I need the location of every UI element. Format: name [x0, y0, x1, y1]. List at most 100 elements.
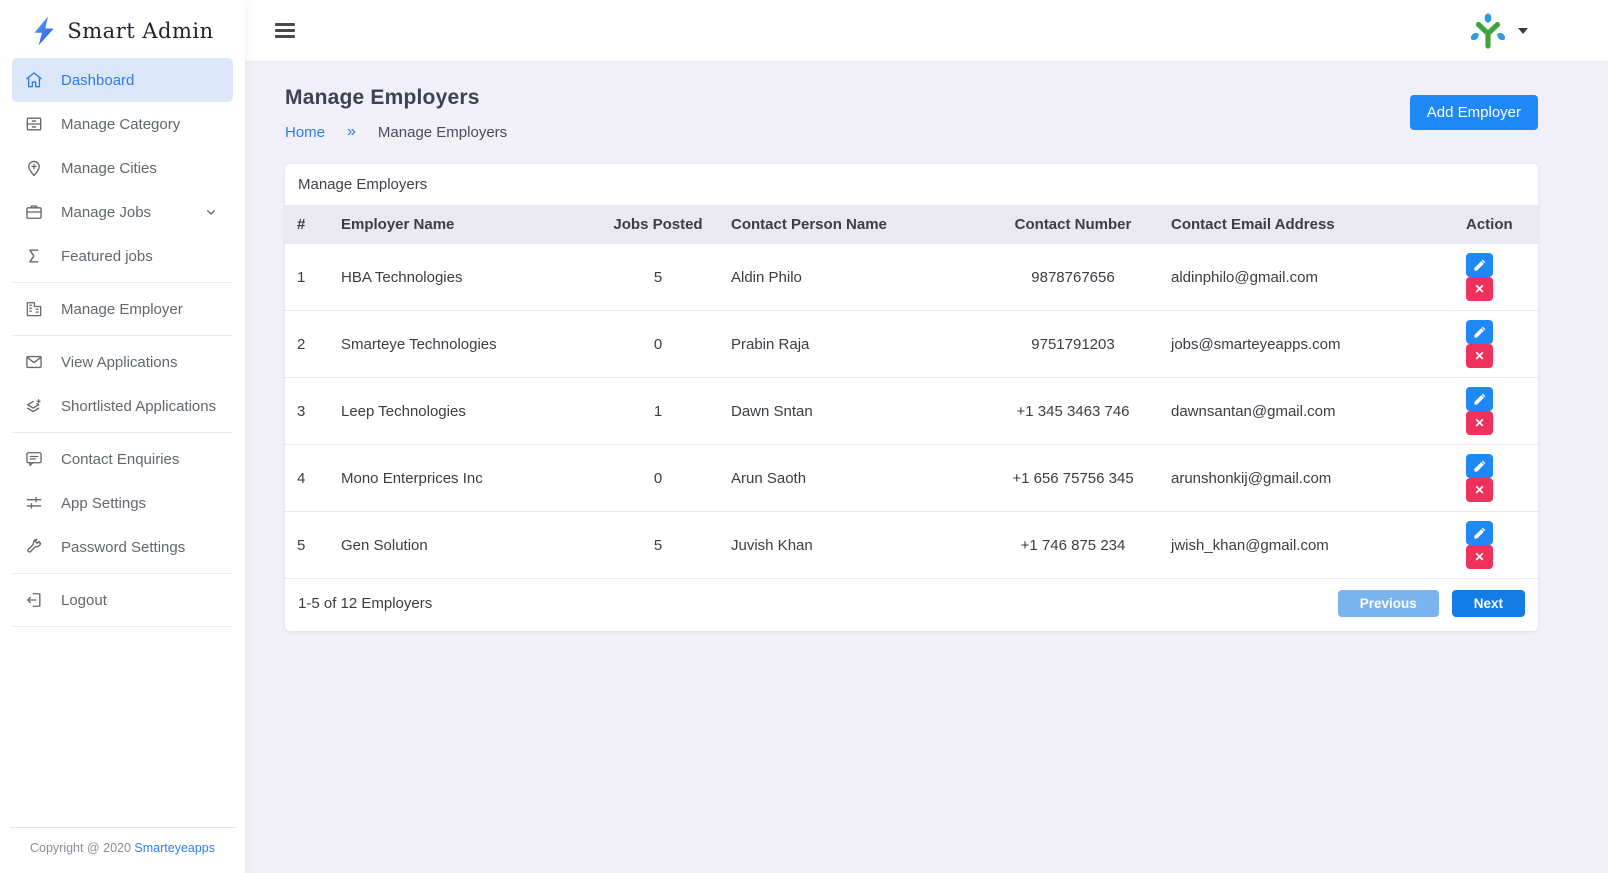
- edit-button[interactable]: [1466, 454, 1493, 478]
- delete-button[interactable]: ✕: [1466, 277, 1493, 301]
- previous-button[interactable]: Previous: [1338, 590, 1439, 617]
- sidebar-item-label: Manage Employer: [61, 301, 183, 318]
- cell-contact-person: Prabin Raja: [719, 311, 987, 378]
- location-pin-icon: [24, 158, 44, 178]
- sidebar-item-featured-jobs[interactable]: Featured jobs: [0, 234, 245, 278]
- col-contact-person: Contact Person Name: [719, 206, 987, 244]
- cell-contact-email: aldinphilo@gmail.com: [1159, 244, 1454, 311]
- building-icon: [24, 299, 44, 319]
- layers-icon: [24, 396, 44, 416]
- label-important-icon: [24, 246, 44, 266]
- cell-num: 2: [285, 311, 329, 378]
- col-action: Action: [1454, 206, 1538, 244]
- logout-icon: [24, 590, 44, 610]
- add-employer-button[interactable]: Add Employer: [1410, 95, 1538, 130]
- sidebar-item-label: Shortlisted Applications: [61, 398, 216, 415]
- sidebar-item-contact-enquiries[interactable]: Contact Enquiries: [0, 437, 245, 481]
- sidebar-item-manage-category[interactable]: Manage Category: [0, 102, 245, 146]
- edit-button[interactable]: [1466, 387, 1493, 411]
- cell-contact-number: 9878767656: [987, 244, 1159, 311]
- sidebar-footer: Copyright @ 2020 Smarteyeapps: [0, 814, 245, 873]
- divider: [12, 432, 233, 433]
- divider: [12, 573, 233, 574]
- breadcrumb-current: Manage Employers: [378, 124, 507, 141]
- sidebar-item-app-settings[interactable]: App Settings: [0, 481, 245, 525]
- cell-jobs-posted: 1: [597, 378, 719, 445]
- sidebar-item-manage-employer[interactable]: Manage Employer: [0, 287, 245, 331]
- sidebar-item-shortlisted-applications[interactable]: Shortlisted Applications: [0, 384, 245, 428]
- briefcase-icon: [24, 202, 44, 222]
- sidebar-item-dashboard[interactable]: Dashboard: [12, 58, 233, 102]
- sidebar-item-label: Contact Enquiries: [61, 451, 179, 468]
- page-title: Manage Employers: [285, 86, 507, 110]
- table-row: 1 HBA Technologies 5 Aldin Philo 9878767…: [285, 244, 1538, 311]
- edit-button[interactable]: [1466, 320, 1493, 344]
- wrench-icon: [24, 537, 44, 557]
- sidebar-item-logout[interactable]: Logout: [0, 578, 245, 622]
- table-row: 5 Gen Solution 5 Juvish Khan +1 746 875 …: [285, 512, 1538, 579]
- col-jobs-posted: Jobs Posted: [597, 206, 719, 244]
- home-icon: [24, 70, 44, 90]
- delete-button[interactable]: ✕: [1466, 478, 1493, 502]
- cell-employer-name: Gen Solution: [329, 512, 597, 579]
- breadcrumb-home-link[interactable]: Home: [285, 124, 325, 141]
- delete-button[interactable]: ✕: [1466, 411, 1493, 435]
- sidebar-item-label: App Settings: [61, 495, 146, 512]
- delete-button[interactable]: ✕: [1466, 545, 1493, 569]
- edit-button[interactable]: [1466, 521, 1493, 545]
- table-footer: 1-5 of 12 Employers PreviousNext: [285, 579, 1538, 631]
- sidebar-item-manage-jobs[interactable]: Manage Jobs: [0, 190, 245, 234]
- cell-contact-number: 9751791203: [987, 311, 1159, 378]
- sliders-icon: [24, 493, 44, 513]
- sidebar-item-view-applications[interactable]: View Applications: [0, 340, 245, 384]
- hamburger-menu-icon[interactable]: [275, 20, 295, 42]
- delete-button[interactable]: ✕: [1466, 344, 1493, 368]
- avatar: [1467, 10, 1509, 52]
- col-employer-name: Employer Name: [329, 206, 597, 244]
- chevron-down-icon: [203, 204, 219, 220]
- cell-num: 1: [285, 244, 329, 311]
- col-contact-number: Contact Number: [987, 206, 1159, 244]
- cell-jobs-posted: 0: [597, 311, 719, 378]
- cell-jobs-posted: 0: [597, 445, 719, 512]
- cell-contact-email: arunshonkij@gmail.com: [1159, 445, 1454, 512]
- main-content: Manage Employers Home » Manage Employers…: [245, 62, 1608, 873]
- brand-name: Smart Admin: [67, 19, 213, 43]
- sidebar-nav: Dashboard Manage Category Manage Cities: [0, 58, 245, 627]
- table-row: 2 Smarteye Technologies 0 Prabin Raja 97…: [285, 311, 1538, 378]
- edit-button[interactable]: [1466, 253, 1493, 277]
- brand: Smart Admin: [0, 0, 245, 58]
- cell-action: ✕: [1454, 378, 1538, 445]
- cell-action: ✕: [1454, 244, 1538, 311]
- cell-employer-name: Leep Technologies: [329, 378, 597, 445]
- brand-bolt-icon: [31, 15, 58, 47]
- sidebar-item-label: Dashboard: [61, 72, 134, 89]
- cell-contact-email: dawnsantan@gmail.com: [1159, 378, 1454, 445]
- sidebar-item-password-settings[interactable]: Password Settings: [0, 525, 245, 569]
- sidebar-item-label: Featured jobs: [61, 248, 153, 265]
- sidebar-item-label: View Applications: [61, 354, 177, 371]
- topbar: [245, 0, 1608, 62]
- cell-contact-number: +1 345 3463 746: [987, 378, 1159, 445]
- col-contact-email: Contact Email Address: [1159, 206, 1454, 244]
- breadcrumb-separator: »: [347, 123, 356, 141]
- card-title: Manage Employers: [285, 164, 1538, 206]
- copyright-text: Copyright @ 2020: [30, 841, 134, 855]
- sidebar-item-manage-cities[interactable]: Manage Cities: [0, 146, 245, 190]
- profile-menu[interactable]: [1467, 10, 1528, 52]
- next-button[interactable]: Next: [1452, 590, 1525, 617]
- sidebar-item-label: Manage Jobs: [61, 204, 151, 221]
- employers-table: # Employer Name Jobs Posted Contact Pers…: [285, 206, 1538, 579]
- smarteyeapps-link[interactable]: Smarteyeapps: [134, 841, 215, 855]
- cell-employer-name: Mono Enterprices Inc: [329, 445, 597, 512]
- cell-employer-name: HBA Technologies: [329, 244, 597, 311]
- table-header-row: # Employer Name Jobs Posted Contact Pers…: [285, 206, 1538, 244]
- envelope-icon: [24, 352, 44, 372]
- cell-contact-person: Aldin Philo: [719, 244, 987, 311]
- sidebar-item-label: Password Settings: [61, 539, 185, 556]
- table-row: 4 Mono Enterprices Inc 0 Arun Saoth +1 6…: [285, 445, 1538, 512]
- chevron-down-icon: [1518, 28, 1528, 34]
- cell-contact-number: +1 746 875 234: [987, 512, 1159, 579]
- employers-card: Manage Employers # Employer Name Jobs Po…: [285, 164, 1538, 631]
- sidebar: Smart Admin Dashboard Manage Category: [0, 0, 245, 873]
